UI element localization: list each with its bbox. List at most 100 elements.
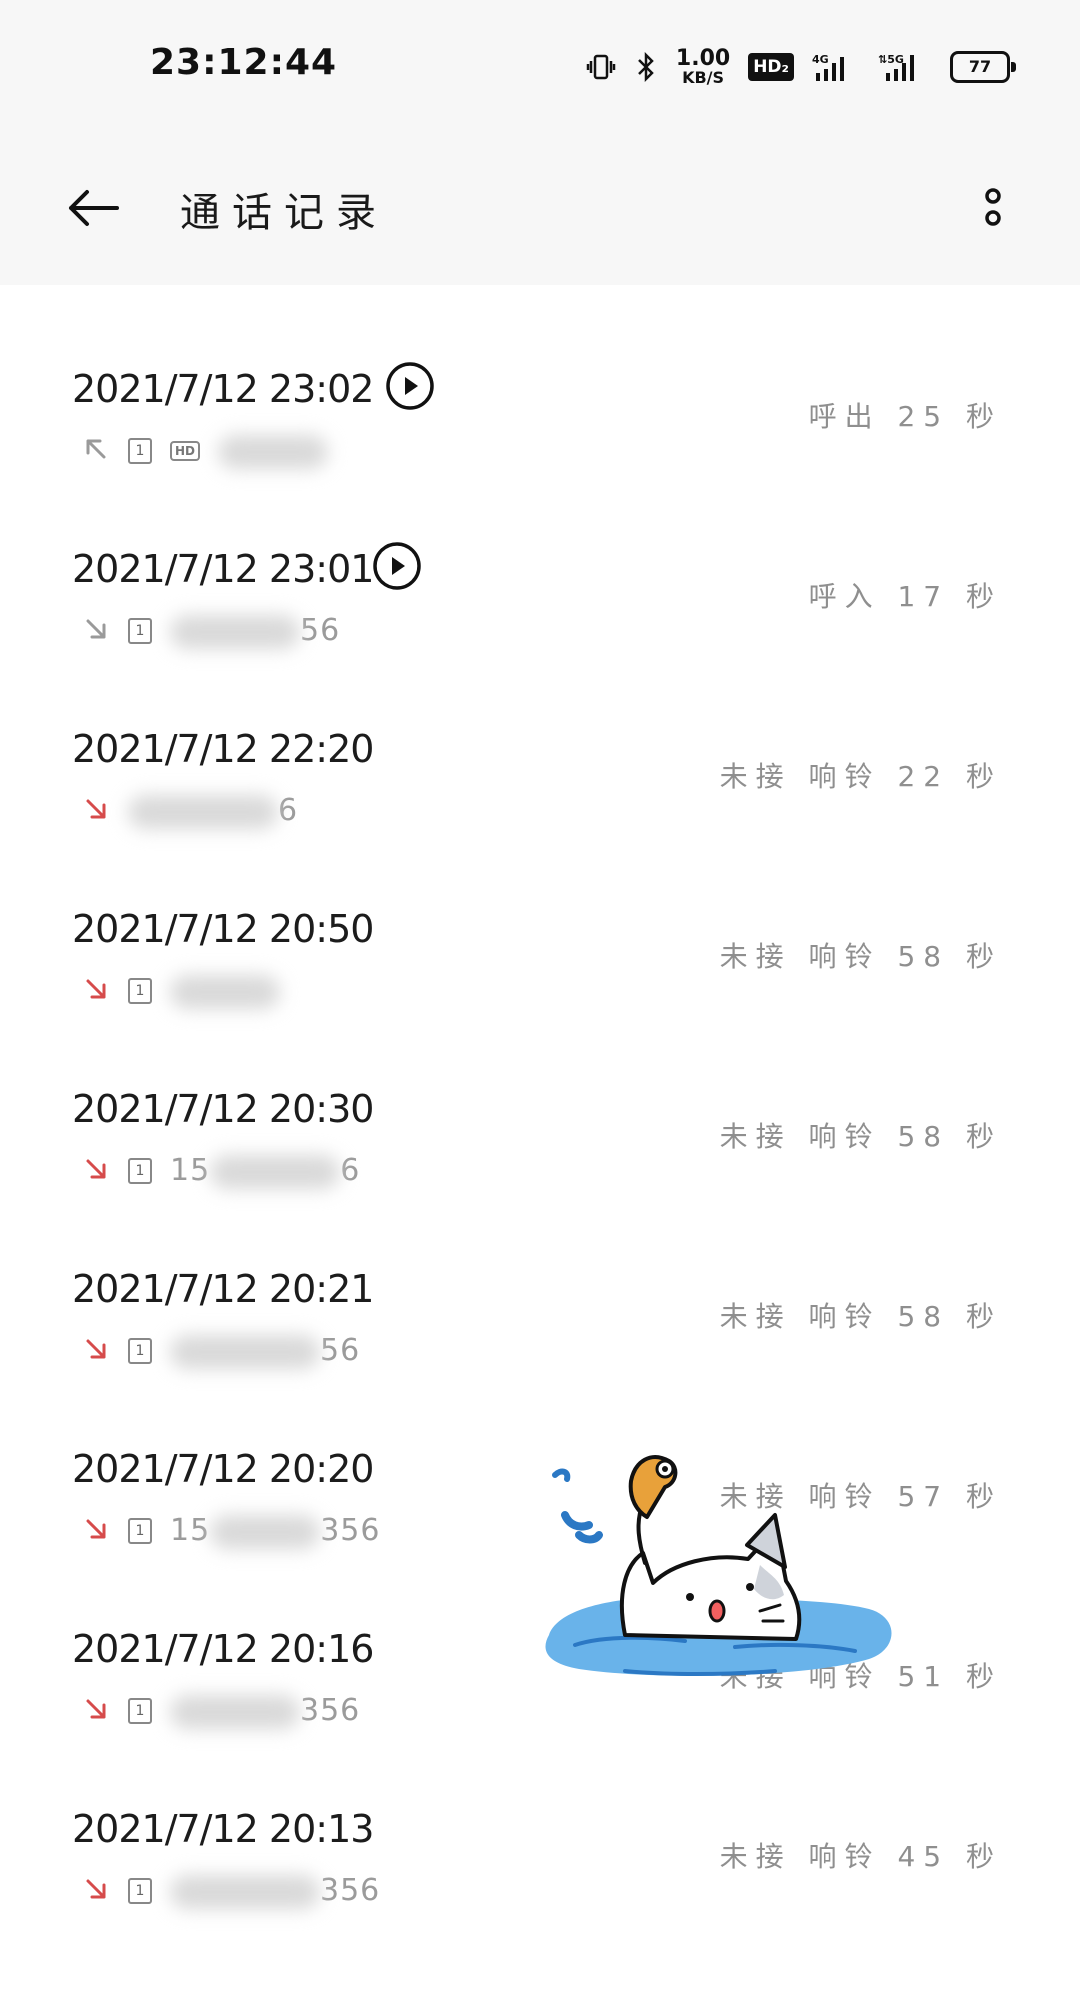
more-vertical-icon [985,188,1001,226]
arrow-left-icon [69,190,119,226]
missed-call-icon [82,1695,110,1727]
call-datetime: 2021/7/12 23:01 [72,547,374,591]
sim-card-icon: 1 [128,618,152,644]
number-prefix: 15 [170,1513,211,1549]
sim-card-icon: 1 [128,438,152,464]
redaction-blur [210,1154,341,1189]
missed-call-icon [82,1515,110,1547]
redaction-blur [170,1874,320,1909]
signal-4g-icon: 4G [812,51,860,83]
call-log-list: 2021/7/12 23:02 1 HD 呼出 25 秒 2021/7/12 23:01… [0,285,1080,1909]
number-suffix: 356 [300,1693,361,1729]
phone-number-redacted [218,433,329,469]
sim-card-icon: 1 [128,1338,152,1364]
incoming-call-icon [82,615,110,647]
call-status-duration: 未接 响铃 57 秒 [719,1480,1002,1513]
call-datetime: 2021/7/12 20:16 [72,1627,374,1671]
call-datetime: 2021/7/12 23:02 [72,367,374,411]
call-datetime: 2021/7/12 20:20 [72,1447,374,1491]
page-title: 通话记录 [180,190,388,236]
call-details: 1 356 [82,1873,380,1909]
call-status-duration: 未接 响铃 22 秒 [719,760,1002,793]
number-prefix: 15 [170,1153,211,1189]
number-suffix: 356 [320,1873,381,1909]
call-status-duration: 未接 响铃 58 秒 [719,1300,1002,1333]
missed-call-icon [82,975,110,1007]
play-circle-icon [373,542,421,590]
missed-call-icon [82,1335,110,1367]
back-button[interactable] [62,178,124,238]
number-suffix: 56 [320,1333,361,1369]
call-details: 1 HD [82,433,329,469]
app-bar: 通话记录 [0,130,1080,285]
sim-card-icon: 1 [128,1878,152,1904]
call-record-row[interactable]: 2021/7/12 20:20 1 15 356 未接 响铃 57 秒 [0,1365,1080,1549]
call-record-row[interactable]: 2021/7/12 23:01 1 56 呼入 17 秒 [0,465,1080,649]
sim-card-icon: 1 [128,1518,152,1544]
redaction-blur [128,794,278,829]
call-status-duration: 未接 响铃 45 秒 [719,1840,1002,1873]
phone-number-redacted: 356 [170,1693,360,1729]
phone-number-redacted: 15 6 [170,1153,360,1189]
signal-5g-icon: ⇅5G [878,51,932,83]
redaction-blur [170,974,280,1009]
call-details: 1 56 [82,1333,360,1369]
svg-text:⇅5G: ⇅5G [878,53,904,66]
call-record-row[interactable]: 2021/7/12 23:02 1 HD 呼出 25 秒 [0,285,1080,469]
call-datetime: 2021/7/12 20:30 [72,1087,374,1131]
call-details: 1 56 [82,613,340,649]
hd-voice-badge: HD₂ [748,53,794,81]
play-recording-button[interactable] [385,361,435,411]
call-datetime: 2021/7/12 20:50 [72,907,374,951]
redaction-blur [170,1694,300,1729]
play-circle-icon [386,362,434,410]
call-record-row[interactable]: 2021/7/12 20:50 1 未接 响铃 58 秒 [0,825,1080,1009]
sim-card-icon: 1 [128,1698,152,1724]
missed-call-icon [82,795,110,827]
number-suffix: 56 [300,613,341,649]
call-details: 1 15 356 [82,1513,380,1549]
battery-indicator: 77 [950,51,1016,83]
phone-number-redacted: 15 356 [170,1513,380,1549]
bluetooth-icon [634,52,658,82]
more-options-button[interactable] [968,178,1018,238]
phone-number-redacted: 356 [170,1873,380,1909]
sim-card-icon: 1 [128,1158,152,1184]
phone-number-redacted: 56 [170,613,340,649]
outgoing-call-icon [82,435,110,467]
call-record-row[interactable]: 2021/7/12 20:30 1 15 6 未接 响铃 58 秒 [0,1005,1080,1189]
call-record-row[interactable]: 2021/7/12 20:16 1 356 未接 响铃 51 秒 [0,1545,1080,1729]
call-record-row[interactable]: 2021/7/12 22:20 6 未接 响铃 22 秒 [0,645,1080,829]
redaction-blur [170,1334,320,1369]
call-datetime: 2021/7/12 20:13 [72,1807,374,1851]
phone-number-redacted: 6 [128,793,298,829]
status-icons: 1.00 KB/S HD₂ 4G ⇅5G 77 [586,44,1016,90]
call-status-duration: 呼入 17 秒 [808,580,1002,613]
call-status-duration: 未接 响铃 58 秒 [719,1120,1002,1153]
redaction-blur [210,1514,321,1549]
missed-call-icon [82,1875,110,1907]
call-status-duration: 呼出 25 秒 [808,400,1002,433]
call-status-duration: 未接 响铃 51 秒 [719,1660,1002,1693]
sim-card-icon: 1 [128,978,152,1004]
call-record-row[interactable]: 2021/7/12 20:21 1 56 未接 响铃 58 秒 [0,1185,1080,1369]
status-bar: 23:12:44 1.00 KB/S HD₂ 4G ⇅5G 77 [0,0,1080,130]
number-suffix: 356 [320,1513,381,1549]
call-status-duration: 未接 响铃 58 秒 [719,940,1002,973]
vibrate-icon [586,52,616,82]
number-suffix: 6 [340,1153,361,1189]
play-recording-button[interactable] [372,541,422,591]
status-time: 23:12:44 [150,42,338,83]
redaction-blur [170,614,300,649]
svg-text:4G: 4G [812,53,829,66]
call-details: 1 356 [82,1693,360,1729]
call-datetime: 2021/7/12 20:21 [72,1267,374,1311]
call-datetime: 2021/7/12 22:20 [72,727,374,771]
number-suffix: 6 [278,793,299,829]
call-details: 1 [82,973,280,1009]
call-record-row[interactable]: 2021/7/12 20:13 1 356 未接 响铃 45 秒 [0,1725,1080,1909]
network-speed: 1.00 KB/S [675,46,731,87]
hd-call-badge: HD [170,441,201,461]
phone-number-redacted [170,973,280,1009]
call-details: 6 [82,793,298,829]
